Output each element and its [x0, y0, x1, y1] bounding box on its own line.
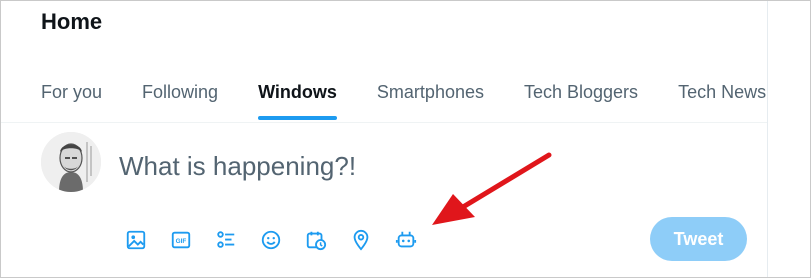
tabs-divider [1, 122, 767, 123]
avatar-sketch-icon [41, 132, 101, 192]
grok-bot-icon[interactable] [388, 226, 424, 254]
tab-tech-bloggers[interactable]: Tech Bloggers [504, 61, 658, 123]
column-border [767, 1, 768, 277]
tweet-button[interactable]: Tweet [650, 217, 747, 261]
tab-label: Windows [258, 81, 337, 102]
tab-smartphones[interactable]: Smartphones [357, 61, 504, 123]
composer-toolbar: GIF [118, 226, 433, 254]
active-tab-indicator [258, 116, 337, 120]
tab-label: Following [142, 81, 219, 102]
tab-following[interactable]: Following [122, 61, 238, 123]
tweet-composer-input[interactable]: What is happening?! [119, 151, 356, 182]
schedule-icon[interactable] [298, 226, 334, 254]
location-icon[interactable] [343, 226, 379, 254]
svg-text:GIF: GIF [176, 238, 187, 245]
gif-icon[interactable]: GIF [163, 226, 199, 254]
tab-for-you[interactable]: For you [1, 61, 122, 123]
emoji-icon[interactable] [253, 226, 289, 254]
image-icon[interactable] [118, 226, 154, 254]
tab-label: Smartphones [376, 81, 484, 102]
tab-tech-news[interactable]: Tech News [658, 61, 767, 123]
tab-label: Tech News [678, 81, 767, 102]
poll-icon[interactable] [208, 226, 244, 254]
tab-label: For you [41, 81, 103, 102]
tab-label: Tech Bloggers [523, 81, 639, 102]
app-frame: Home For you Following Windows Smartphon… [0, 0, 811, 278]
tab-windows[interactable]: Windows [238, 61, 357, 123]
avatar[interactable] [41, 132, 101, 192]
timeline-tabs: For you Following Windows Smartphones Te… [1, 61, 767, 123]
page-title: Home [41, 9, 103, 34]
